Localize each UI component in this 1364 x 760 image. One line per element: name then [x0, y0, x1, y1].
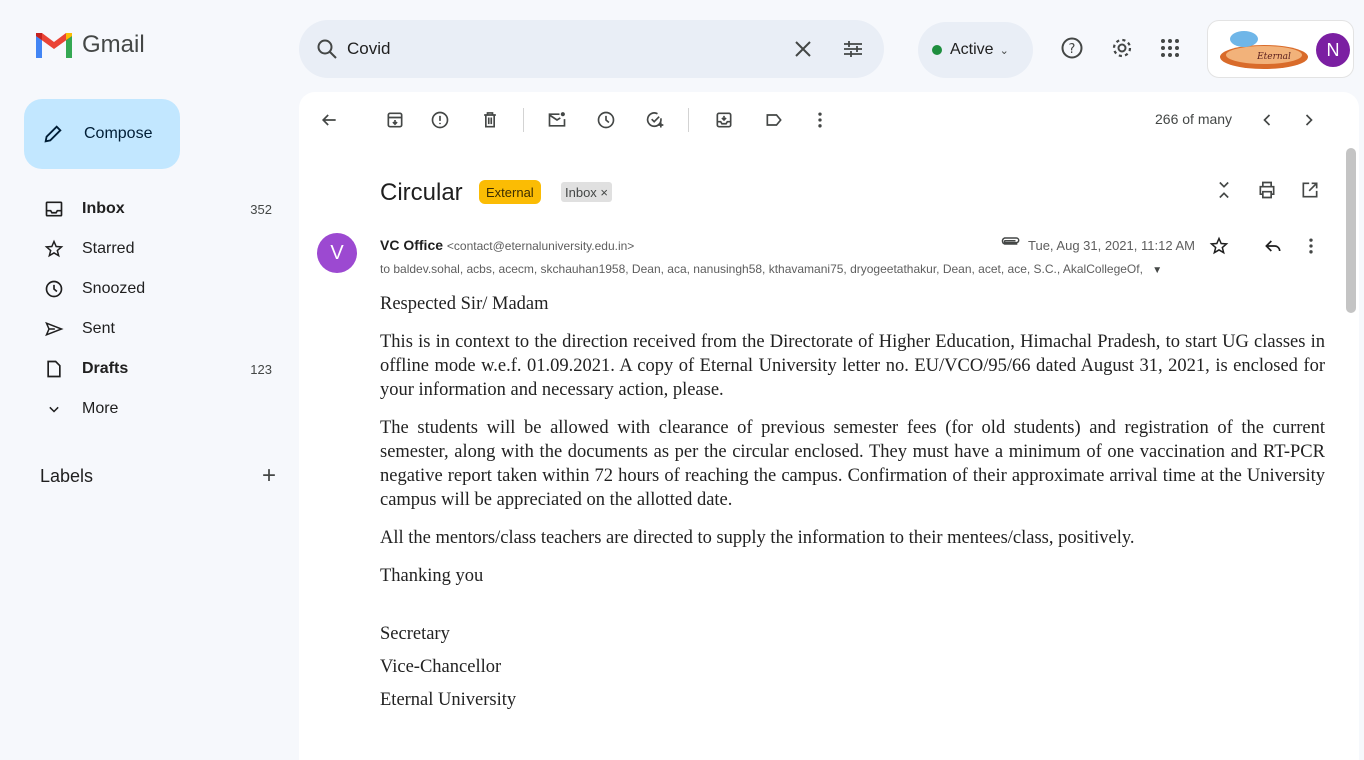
email-subject: Circular [380, 179, 463, 206]
sender-email: <contact@eternaluniversity.edu.in> [446, 239, 635, 253]
email-date: Tue, Aug 31, 2021, 11:12 AM [1028, 238, 1195, 253]
labels-title: Labels [40, 465, 94, 486]
add-label-icon[interactable]: + [262, 462, 276, 490]
mark-unread-icon[interactable] [547, 110, 567, 130]
search-input[interactable] [347, 39, 777, 59]
chevron-down-icon: ⌄ [999, 44, 1009, 57]
chevron-down-icon [49, 406, 59, 413]
more-vert-icon[interactable] [810, 110, 830, 130]
compose-button[interactable]: Compose [24, 99, 180, 169]
sidebar-item-drafts[interactable]: Drafts 123 [24, 349, 284, 389]
sidebar-item-sent[interactable]: Sent [24, 309, 284, 349]
trash-icon[interactable] [480, 110, 500, 130]
email-body: Respected Sir/ Madam This is in context … [380, 292, 1325, 717]
compose-label: Compose [84, 125, 153, 142]
sidebar-item-more[interactable]: More [24, 389, 284, 429]
status-dot-icon [932, 45, 942, 55]
caret-down-icon[interactable]: ▼ [1152, 265, 1162, 276]
print-icon[interactable] [1257, 180, 1277, 200]
apps-grid-icon[interactable] [1158, 36, 1182, 60]
recipients-text: to baldev.sohal, acbs, acecm, skchauhan1… [380, 262, 1143, 276]
signature-line: Secretary [380, 624, 450, 644]
send-icon [45, 321, 64, 337]
status-selector[interactable]: Active ⌄ [918, 22, 1033, 78]
email-greeting: Respected Sir/ Madam [380, 294, 549, 314]
reply-icon[interactable] [1263, 236, 1283, 256]
email-paragraph: All the mentors/class teachers are direc… [380, 528, 1135, 548]
email-paragraph: This is in context to the direction rece… [380, 332, 1325, 400]
gear-icon[interactable] [1110, 36, 1134, 60]
inbox-label-chip[interactable]: Inbox × [561, 182, 613, 202]
toolbar-divider [688, 108, 689, 132]
sidebar-item-snoozed[interactable]: Snoozed [24, 269, 284, 309]
clock-icon[interactable] [596, 110, 616, 130]
signature-line: Eternal University [380, 690, 517, 710]
message-view: 266 of many Circular External Inbox × V … [299, 92, 1359, 760]
report-spam-icon[interactable] [430, 110, 450, 130]
pager-text: 266 of many [1155, 111, 1233, 127]
sidebar-item-starred[interactable]: Starred [24, 229, 284, 269]
svg-text:Eternal: Eternal [1256, 52, 1291, 62]
inbox-count: 352 [250, 201, 272, 217]
sidebar-item-label: Inbox [82, 200, 125, 217]
search-bar[interactable] [299, 20, 884, 78]
labels-header: Labels + [40, 462, 276, 490]
email-paragraph: The students will be allowed with cleara… [380, 418, 1325, 510]
email-signature: Secretary Vice-Chancellor Eternal Univer… [380, 618, 1325, 717]
star-icon [44, 239, 64, 258]
close-icon[interactable] [791, 37, 815, 61]
sidebar-item-label: Drafts [82, 360, 129, 377]
sender-name[interactable]: VC Office [380, 237, 443, 253]
email-closing: Thanking you [380, 566, 484, 586]
attachment-icon [1001, 237, 1020, 245]
inbox-icon [45, 201, 63, 217]
open-new-window-icon[interactable] [1300, 180, 1320, 200]
app-name: Gmail [82, 31, 145, 58]
avatar[interactable]: N [1316, 33, 1350, 67]
pencil-icon [44, 125, 62, 143]
sender-info: VC Office <contact@eternaluniversity.edu… [380, 237, 634, 253]
drafts-count: 123 [250, 361, 272, 377]
chevron-left-icon[interactable] [1257, 110, 1277, 130]
draft-icon [47, 360, 61, 378]
clock-icon [45, 280, 63, 298]
help-icon[interactable]: ? [1060, 36, 1084, 60]
gmail-logo[interactable]: Gmail [34, 30, 145, 60]
chevron-right-icon[interactable] [1299, 110, 1319, 130]
more-vert-icon[interactable] [1301, 236, 1321, 256]
scrollbar-thumb[interactable] [1346, 148, 1356, 313]
archive-icon[interactable] [385, 110, 405, 130]
search-icon[interactable] [315, 37, 339, 61]
sidebar-item-label: More [82, 400, 119, 417]
toolbar-divider [523, 108, 524, 132]
label-icon[interactable] [764, 110, 784, 130]
collapse-all-icon[interactable] [1214, 180, 1234, 200]
move-to-icon[interactable] [714, 110, 734, 130]
sidebar-item-inbox[interactable]: Inbox 352 [24, 189, 284, 229]
svg-text:?: ? [1069, 42, 1076, 57]
sidebar-item-label: Starred [82, 240, 135, 257]
search-options-icon[interactable] [841, 37, 865, 61]
signature-line: Vice-Chancellor [380, 657, 502, 677]
gmail-m-icon [36, 33, 72, 58]
back-arrow-icon[interactable] [319, 110, 339, 130]
sidebar-nav: Inbox 352 Starred Snoozed Sent Drafts 12… [24, 189, 284, 429]
sidebar-item-label: Snoozed [82, 280, 146, 297]
sender-avatar[interactable]: V [317, 233, 357, 273]
star-icon[interactable] [1209, 236, 1229, 256]
recipients-line[interactable]: to baldev.sohal, acbs, acecm, skchauhan1… [380, 262, 1162, 276]
top-header: Gmail Active ⌄ ? Eternal N [0, 0, 1364, 96]
eternal-university-logo: Eternal [1220, 31, 1308, 69]
status-label: Active [950, 41, 994, 58]
add-task-icon[interactable] [645, 110, 665, 130]
sidebar-item-label: Sent [82, 320, 115, 337]
external-badge: External [479, 180, 541, 204]
account-switcher[interactable]: Eternal N [1207, 20, 1354, 78]
